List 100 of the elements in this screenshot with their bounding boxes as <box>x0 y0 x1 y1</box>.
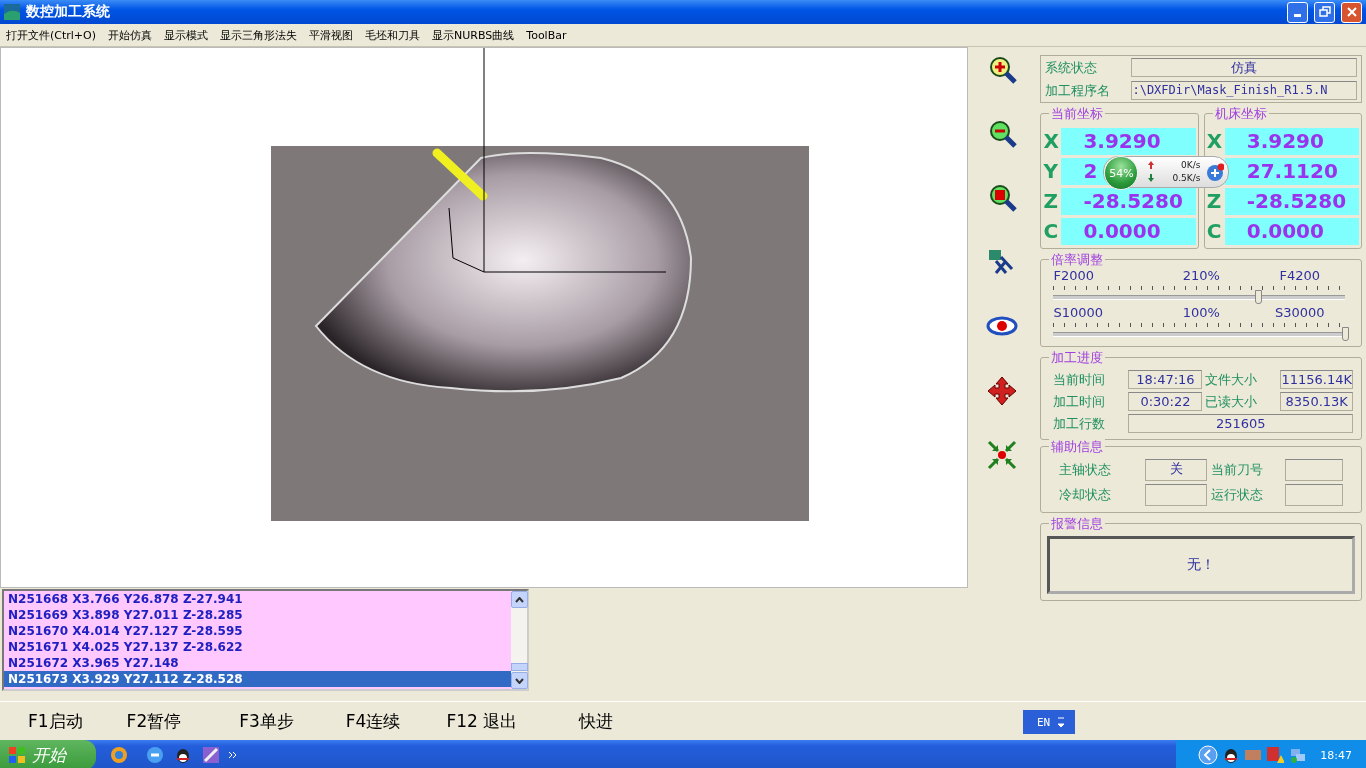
menu-item[interactable]: 平滑视图 <box>303 27 360 43</box>
field-value <box>1285 484 1343 506</box>
menu-item[interactable]: ToolBar <box>520 28 573 42</box>
app-taskbar-icon[interactable] <box>202 746 220 764</box>
field-value: 关 <box>1145 459 1208 481</box>
window-title: 数控加工系统 <box>26 3 111 21</box>
percent-label: 100% <box>1181 305 1221 320</box>
gcode-line[interactable]: N251668 X3.766 Y26.878 Z-27.941 <box>4 591 511 607</box>
warning-icon[interactable] <box>1266 746 1285 764</box>
field-value: 18:47:16 <box>1128 370 1203 389</box>
panel-title: 报警信息 <box>1049 515 1106 533</box>
coordinate-value: -28.5280 <box>1061 187 1196 215</box>
field-label: 系统状态 <box>1045 58 1099 77</box>
app-icon <box>4 4 20 20</box>
program-name-value: :\DXFDir\Mask_Finish_R1.5.N <box>1131 81 1357 100</box>
coordinate-value: 0.0000 <box>1061 217 1196 245</box>
axis-label: Y <box>1043 159 1058 183</box>
alarm-message: 无！ <box>1047 536 1355 594</box>
windows-logo-icon <box>8 746 26 764</box>
function-key-button[interactable]: F1启动 <box>28 709 83 733</box>
viewport[interactable] <box>0 47 968 588</box>
axis-label: Z <box>1206 189 1222 213</box>
coordinate-value: -28.5280 <box>1224 187 1359 215</box>
close-button[interactable] <box>1341 1 1362 23</box>
gcode-line[interactable]: N251669 X3.898 Y27.011 Z-28.285 <box>4 607 511 623</box>
scroll-down-icon[interactable] <box>515 677 524 684</box>
gcode-line[interactable]: N251672 X3.965 Y27.148 <box>4 655 511 671</box>
restore-button[interactable] <box>1314 1 1335 23</box>
speed-widget[interactable]: 54% 0K/s 0.5K/s <box>1103 156 1230 188</box>
gcode-line[interactable]: N251671 X4.025 Y27.137 Z-28.622 <box>4 639 511 655</box>
menu-item[interactable]: 显示NURBS曲线 <box>426 27 521 43</box>
system-state-value: 仿真 <box>1131 58 1357 77</box>
function-key-button[interactable]: 快进 <box>579 709 614 733</box>
scroll-thumb[interactable] <box>511 663 528 671</box>
minimize-button[interactable] <box>1287 1 1308 23</box>
field-label: 加工程序名 <box>1045 81 1112 100</box>
penguin-icon[interactable] <box>174 746 192 764</box>
coordinate-value: 3.9290 <box>1061 127 1196 155</box>
percent-ball: 54% <box>1104 156 1139 190</box>
function-key-button[interactable]: F2暂停 <box>126 709 182 733</box>
axis-label: X <box>1043 129 1059 153</box>
field-label: 冷却状态 <box>1059 486 1113 504</box>
override-slider[interactable] <box>1053 283 1345 305</box>
axis-label: X <box>1206 129 1223 153</box>
percent-label: 210% <box>1181 268 1221 283</box>
scrollbar[interactable] <box>511 591 527 689</box>
slider-min-label: S10000 <box>1053 305 1105 320</box>
function-key-button[interactable]: F12 退出 <box>446 709 518 733</box>
field-label: 当前刀号 <box>1211 461 1265 479</box>
field-value: 8350.13K <box>1280 392 1353 411</box>
field-value <box>1285 459 1343 481</box>
field-value: 11156.14K <box>1280 370 1353 389</box>
scroll-up-icon[interactable] <box>515 596 524 603</box>
gcode-list[interactable]: N251668 X3.766 Y26.878 Z-27.941 N251669 X3.898 Y27.011 Z-28.285 N251670 X4.014 Y27.127 Z-28.595 N251671 X4.025 Y27.137 Z-28.622 N251672 X3.965 Y27.148 N251673 X3.929 Y27.112 Z-28.528 <box>2 589 529 691</box>
axis-label: Z <box>1043 189 1058 213</box>
coordinate-value: 0.0000 <box>1224 217 1359 245</box>
panel-title: 机床坐标 <box>1212 105 1269 123</box>
menu-item[interactable]: 毛坯和刀具 <box>359 27 427 43</box>
coordinate-value: 3.9290 <box>1224 127 1359 155</box>
field-label: 加工行数 <box>1053 414 1107 433</box>
field-label: 运行状态 <box>1211 486 1265 504</box>
slider-thumb[interactable] <box>1254 290 1262 304</box>
language-indicator[interactable]: EN <box>1023 710 1075 734</box>
panel-title: 辅助信息 <box>1049 438 1106 456</box>
field-label: 加工时间 <box>1053 392 1107 411</box>
axis-label: C <box>1043 219 1059 243</box>
field-label: 文件大小 <box>1205 370 1259 389</box>
panel-title: 倍率调整 <box>1049 251 1106 269</box>
down-arrow-icon <box>1148 174 1155 182</box>
panel-title: 加工进度 <box>1049 349 1106 367</box>
function-key-button[interactable]: F4连续 <box>345 709 401 733</box>
function-key-button[interactable]: F3单步 <box>239 709 294 733</box>
slider-value-label: S30000 <box>1273 305 1326 320</box>
close-icon <box>1345 6 1358 18</box>
field-value <box>1145 484 1208 506</box>
gcode-line[interactable]: N251670 X4.014 Y27.127 Z-28.595 <box>4 623 511 639</box>
slider-value-label: F4200 <box>1278 268 1321 283</box>
field-value: 251605 <box>1128 414 1353 433</box>
chevron-icon[interactable] <box>228 750 238 760</box>
field-value: 0:30:22 <box>1128 392 1203 411</box>
up-arrow-icon <box>1148 161 1155 169</box>
restore-icon <box>1318 6 1331 18</box>
menu-item[interactable]: 打开文件(Ctrl+O) <box>0 27 103 43</box>
axis-label: C <box>1206 219 1222 243</box>
menu-item[interactable]: 开始仿真 <box>102 27 159 43</box>
field-label: 主轴状态 <box>1059 461 1113 479</box>
app-taskbar-icon[interactable] <box>110 746 128 764</box>
menu-item[interactable]: 显示三角形法失 <box>214 27 304 43</box>
tool-drawing <box>432 148 488 201</box>
slider-thumb[interactable] <box>1342 327 1349 341</box>
clock: 18:47 <box>1320 748 1352 762</box>
panel-title: 当前坐标 <box>1049 105 1106 123</box>
field-label: 已读大小 <box>1205 392 1259 411</box>
move-arrows-icon[interactable] <box>986 375 1019 407</box>
plus-icon[interactable] <box>1206 163 1225 181</box>
minimize-icon <box>1294 14 1301 17</box>
shrink-arrows-icon[interactable] <box>986 439 1019 471</box>
field-label: 当前时间 <box>1053 370 1107 389</box>
menu-item[interactable]: 显示模式 <box>158 27 215 43</box>
slider-min-label: F2000 <box>1053 268 1095 283</box>
